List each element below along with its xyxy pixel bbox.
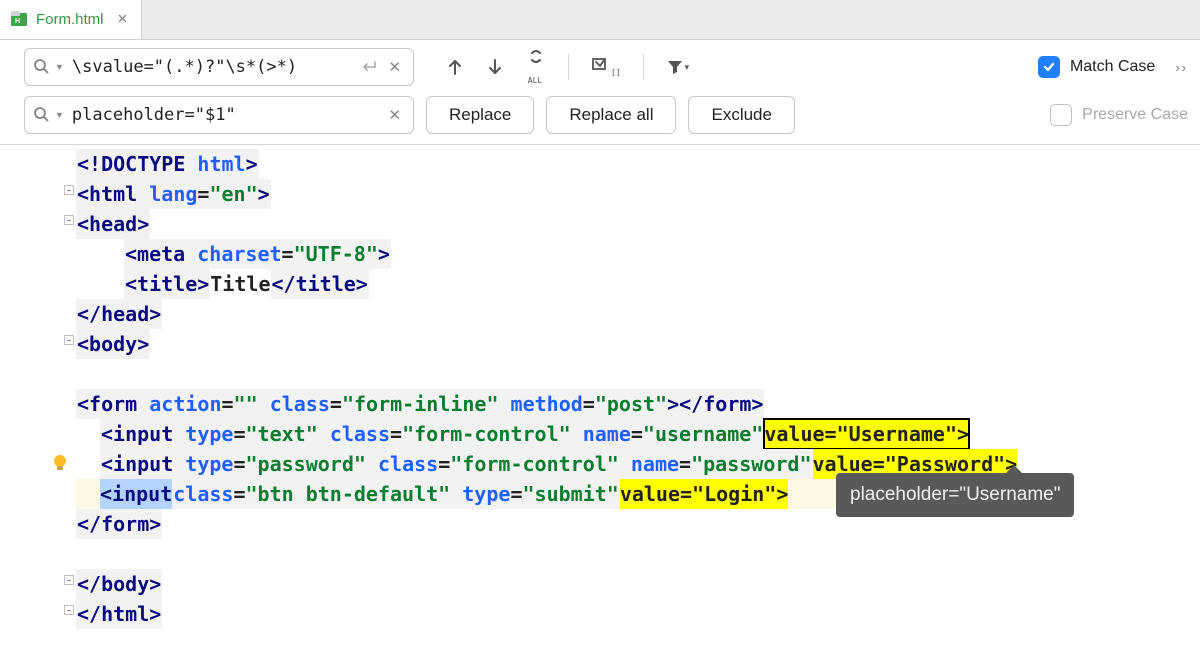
search-icon (33, 106, 51, 124)
code-line[interactable]: <head> (76, 209, 1017, 239)
newline-icon[interactable] (360, 60, 378, 74)
file-tab-label: Form.html (36, 11, 104, 28)
replace-input[interactable] (70, 104, 379, 126)
code-line[interactable] (76, 359, 1017, 389)
find-input-box[interactable]: ▼ ✕ (24, 48, 414, 86)
html-file-icon: H (10, 10, 28, 28)
prev-match-icon[interactable] (446, 57, 464, 77)
filter-icon[interactable]: ▾ (666, 58, 690, 76)
toolbar-divider (643, 54, 644, 80)
code-area[interactable]: <!DOCTYPE html> <html lang="en"> <head> … (76, 145, 1017, 649)
code-line[interactable]: <meta charset="UTF-8"> (76, 239, 1017, 269)
close-tab-icon[interactable]: × (118, 9, 128, 29)
tab-bar: H Form.html × (0, 0, 1200, 40)
tooltip-text: placeholder="Username" (850, 484, 1060, 505)
search-icon (33, 58, 51, 76)
preserve-case-checkbox[interactable] (1050, 104, 1072, 126)
match-case-checkbox[interactable] (1038, 56, 1060, 78)
tooltip-pointer (1006, 465, 1022, 473)
fold-marker[interactable] (64, 185, 74, 195)
replace-button[interactable]: Replace (426, 96, 534, 134)
code-line[interactable] (76, 539, 1017, 569)
clear-find-icon[interactable]: ✕ (384, 58, 405, 76)
editor: <!DOCTYPE html> <html lang="en"> <head> … (0, 145, 1200, 649)
fold-marker[interactable] (64, 335, 74, 345)
next-match-icon[interactable] (486, 57, 504, 77)
search-dropdown-icon[interactable]: ▼ (55, 62, 64, 72)
search-match: value="Login"> (620, 479, 789, 509)
replace-input-box[interactable]: ▼ ✕ (24, 96, 414, 134)
code-line[interactable]: </html> (76, 599, 1017, 629)
fold-marker[interactable] (64, 605, 74, 615)
find-toolbar: ALL [] ▾ (446, 50, 689, 85)
fold-marker[interactable] (64, 575, 74, 585)
preserve-case-label: Preserve Case (1082, 106, 1188, 124)
code-line[interactable]: <!DOCTYPE html> (76, 149, 1017, 179)
match-case-label: Match Case (1070, 58, 1155, 76)
fold-marker[interactable] (64, 215, 74, 225)
replace-all-button[interactable]: Replace all (546, 96, 676, 134)
select-occurrences-icon[interactable]: [] (591, 57, 621, 77)
clear-replace-icon[interactable]: ✕ (384, 106, 405, 124)
gutter (0, 145, 76, 649)
svg-text:H: H (15, 18, 20, 25)
code-line[interactable]: <title>Title</title> (76, 269, 1017, 299)
exclude-button[interactable]: Exclude (688, 96, 794, 134)
code-line[interactable]: <html lang="en"> (76, 179, 1017, 209)
replace-preview-tooltip: placeholder="Username" (836, 473, 1074, 517)
select-all-icon[interactable]: ALL (526, 50, 546, 85)
intention-bulb-icon[interactable] (50, 453, 70, 473)
code-line[interactable]: </head> (76, 299, 1017, 329)
replace-button-label: Replace (449, 105, 511, 125)
replace-dropdown-icon[interactable]: ▼ (55, 110, 64, 120)
code-line[interactable]: </body> (76, 569, 1017, 599)
find-replace-panel: ▼ ✕ ALL (0, 40, 1200, 145)
file-tab[interactable]: H Form.html × (0, 0, 142, 39)
code-line[interactable]: <body> (76, 329, 1017, 359)
toolbar-divider (568, 54, 569, 80)
more-options-icon[interactable]: ›› (1175, 60, 1188, 75)
code-line[interactable]: <input type="text" class="form-control" … (76, 419, 1017, 449)
exclude-button-label: Exclude (711, 105, 771, 125)
code-line[interactable]: <form action="" class="form-inline" meth… (76, 389, 1017, 419)
search-match-current: value="Username"> (764, 419, 969, 449)
replace-all-button-label: Replace all (569, 105, 653, 125)
find-input[interactable] (70, 56, 355, 78)
